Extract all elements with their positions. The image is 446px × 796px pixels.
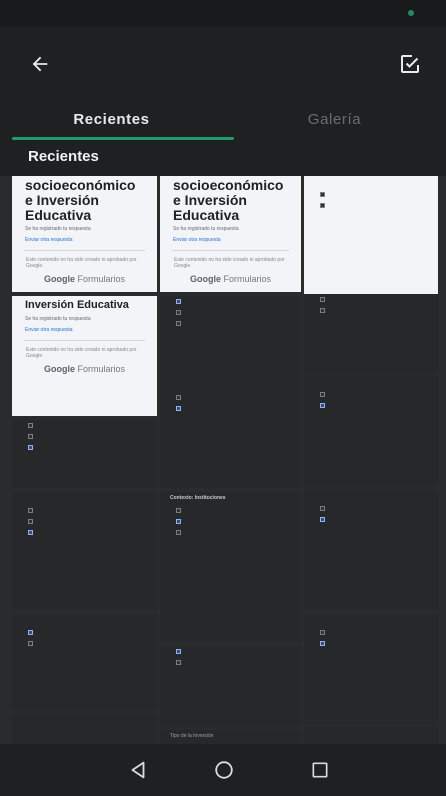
option xyxy=(304,305,438,316)
option xyxy=(12,638,157,649)
thumb-text: Este contenido no ha sido creado ni apro… xyxy=(26,257,137,269)
nav-recents-icon xyxy=(312,762,328,778)
option xyxy=(304,514,438,525)
forms-logo: Google Formularios xyxy=(189,274,272,284)
option xyxy=(304,294,438,305)
nav-recents-button[interactable] xyxy=(300,752,340,788)
thumb-text: Enviar otra respuesta xyxy=(25,327,73,333)
thumbnail[interactable]: ​ xyxy=(304,376,438,486)
thumbnail[interactable]: ​ xyxy=(304,490,438,610)
thumb-text: Enviar otra respuesta xyxy=(173,237,221,243)
option xyxy=(160,527,301,538)
thumbnail[interactable]: socioeconómico e Inversión Educativa Se … xyxy=(12,176,157,292)
option xyxy=(304,389,438,400)
thumbnail[interactable] xyxy=(304,294,438,374)
divider xyxy=(24,250,145,251)
nav-back-button[interactable] xyxy=(118,752,158,788)
question-text: Tipo de la Inversión xyxy=(170,733,214,739)
option xyxy=(12,516,157,527)
option xyxy=(12,442,157,453)
thumb-text: Se ha registrado tu respuesta xyxy=(25,316,91,322)
option xyxy=(304,638,438,649)
select-button[interactable] xyxy=(392,46,428,82)
navigation-bar xyxy=(0,744,446,796)
image-grid: socioeconómico e Inversión Educativa Se … xyxy=(0,176,446,744)
divider xyxy=(24,340,145,341)
thumbnail[interactable]: Contexto: Instituciones xyxy=(160,492,301,642)
question-text: ​ xyxy=(304,176,438,189)
check-box-icon xyxy=(401,55,419,73)
nav-back-icon xyxy=(131,761,145,779)
section-title: Recientes xyxy=(28,148,99,165)
option xyxy=(12,627,157,638)
option xyxy=(160,403,301,414)
thumb-text: Se ha registrado tu respuesta xyxy=(173,226,239,232)
tab-recent[interactable]: Recientes xyxy=(0,96,223,142)
app-bar xyxy=(0,26,446,96)
thumb-text: Se ha registrado tu respuesta xyxy=(25,226,91,232)
thumb-text: Este contenido no ha sido creado ni apro… xyxy=(174,257,285,269)
question-text: ​ xyxy=(304,376,438,389)
question-text: ​ xyxy=(12,614,157,627)
option xyxy=(160,392,301,403)
option xyxy=(160,646,301,657)
thumbnail[interactable] xyxy=(12,714,157,744)
thumb-text: Inversión Educativa xyxy=(25,299,129,311)
option xyxy=(304,189,438,200)
nav-home-icon xyxy=(215,761,233,779)
nav-home-button[interactable] xyxy=(204,752,244,788)
option xyxy=(160,516,301,527)
thumbnail[interactable]: Tipo de la Inversión xyxy=(160,730,301,744)
forms-logo: Google Formularios xyxy=(43,274,126,284)
thumbnail[interactable]: ​ xyxy=(12,492,157,610)
tab-bar: Recientes Galería xyxy=(0,96,446,142)
divider xyxy=(172,250,289,251)
thumb-text: Este contenido no ha sido creado ni apro… xyxy=(26,347,137,359)
thumbnail[interactable] xyxy=(160,392,301,488)
thumbnail[interactable] xyxy=(160,296,301,392)
thumbnail[interactable]: ​ xyxy=(304,176,438,294)
thumb-text: Enviar otra respuesta xyxy=(25,237,73,243)
question-text: ​ xyxy=(304,614,438,627)
question-text: ​ xyxy=(12,492,157,505)
back-button[interactable] xyxy=(22,46,58,82)
option xyxy=(304,627,438,638)
thumbnail[interactable]: ​ xyxy=(304,614,438,724)
question-text: ​ xyxy=(304,490,438,503)
option xyxy=(12,420,157,431)
thumbnail[interactable]: Inversión Educativa Se ha registrado tu … xyxy=(12,296,157,416)
status-bar xyxy=(0,0,446,26)
thumb-text: socioeconómico e Inversión Educativa xyxy=(173,177,284,223)
option xyxy=(304,503,438,514)
option xyxy=(304,400,438,411)
option xyxy=(160,318,301,329)
app-root: Recientes Galería Recientes socioeconómi… xyxy=(0,0,446,796)
tab-indicator xyxy=(12,137,234,140)
forms-logo: Google Formularios xyxy=(43,364,126,374)
option xyxy=(160,505,301,516)
question-text: Contexto: Instituciones xyxy=(170,495,226,501)
option xyxy=(12,527,157,538)
option xyxy=(160,296,301,307)
thumbnail[interactable] xyxy=(304,726,438,744)
thumbnail[interactable]: socioeconómico e Inversión Educativa Se … xyxy=(160,176,301,292)
option xyxy=(12,431,157,442)
option xyxy=(160,307,301,318)
section-header: Recientes xyxy=(0,142,446,176)
back-arrow-icon xyxy=(32,56,48,72)
option xyxy=(160,657,301,668)
tab-gallery[interactable]: Galería xyxy=(223,96,446,142)
thumbnail[interactable]: ​ xyxy=(12,614,157,710)
option xyxy=(12,505,157,516)
status-indicator-icon xyxy=(408,10,414,16)
thumbnail[interactable] xyxy=(160,646,301,726)
thumbnail[interactable] xyxy=(12,420,157,488)
option xyxy=(304,200,438,211)
thumb-text: socioeconómico e Inversión Educativa xyxy=(25,177,136,223)
